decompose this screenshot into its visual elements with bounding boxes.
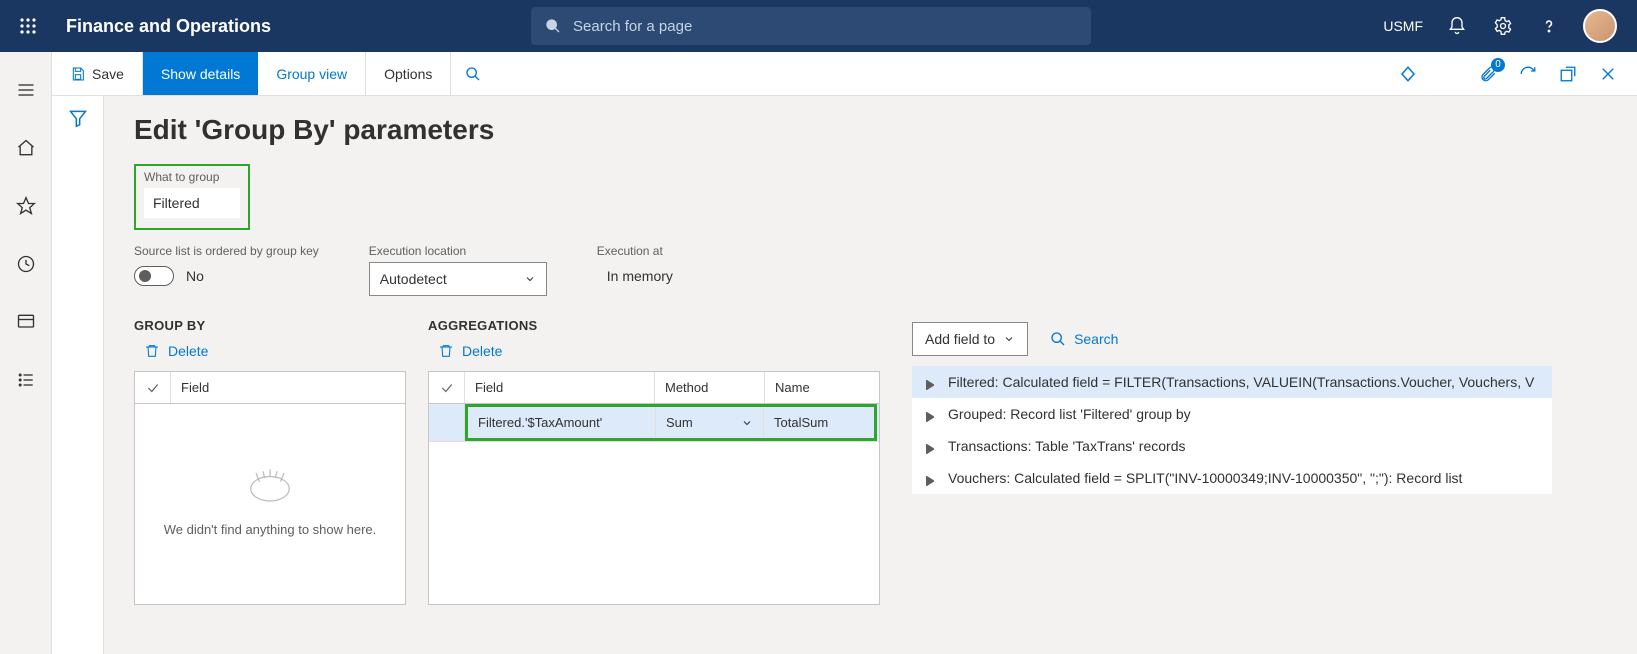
main-content: Edit 'Group By' parameters What to group… <box>104 96 1637 654</box>
header-right: USMF <box>1383 9 1629 43</box>
agg-col-field[interactable]: Field <box>465 372 655 403</box>
tree-item[interactable]: Transactions: Table 'TaxTrans' records <box>912 430 1552 462</box>
nav-rail <box>0 52 52 654</box>
trash-icon <box>144 343 160 359</box>
agg-checkall[interactable] <box>429 372 465 403</box>
agg-row-field[interactable]: Filtered.'$TaxAmount' <box>468 407 656 438</box>
groupby-col-field[interactable]: Field <box>171 372 405 403</box>
global-header: Finance and Operations Search for a page… <box>0 0 1637 52</box>
datasource-tree: Filtered: Calculated field = FILTER(Tran… <box>912 366 1552 494</box>
source-ordered-value: No <box>186 268 204 284</box>
exec-at-label: Execution at <box>597 244 775 258</box>
datasource-search-button[interactable]: Search <box>1050 331 1118 347</box>
groupby-section: GROUP BY Delete Field <box>134 318 406 605</box>
refresh-icon[interactable] <box>1517 63 1539 85</box>
agg-col-name[interactable]: Name <box>765 372 877 403</box>
exec-location-label: Execution location <box>369 244 547 258</box>
close-icon[interactable] <box>1597 63 1619 85</box>
options-button[interactable]: Options <box>366 52 451 95</box>
office-icon[interactable] <box>1437 63 1459 85</box>
user-avatar[interactable] <box>1583 9 1617 43</box>
chevron-down-icon <box>1003 333 1015 345</box>
group-view-button[interactable]: Group view <box>258 52 366 95</box>
what-to-group-label: What to group <box>144 170 240 184</box>
exec-location-select[interactable]: Autodetect <box>369 262 547 296</box>
source-ordered-group: Source list is ordered by group key No <box>134 244 319 286</box>
workspaces-icon[interactable] <box>8 304 44 340</box>
attachments-badge: 0 <box>1491 58 1505 72</box>
exec-at-value: In memory <box>597 262 775 290</box>
agg-row-name[interactable]: TotalSum <box>764 407 874 438</box>
agg-row[interactable]: Filtered.'$TaxAmount' Sum TotalSum <box>429 404 879 442</box>
aggregations-heading: AGGREGATIONS <box>428 318 880 333</box>
page-title: Edit 'Group By' parameters <box>134 114 1607 146</box>
tree-item[interactable]: Filtered: Calculated field = FILTER(Tran… <box>912 366 1552 398</box>
what-to-group-highlight: What to group Filtered <box>134 164 250 230</box>
action-bar-right: 0 <box>1397 52 1637 95</box>
groupby-heading: GROUP BY <box>134 318 406 333</box>
expand-triangle-icon[interactable] <box>926 441 936 451</box>
agg-row-method[interactable]: Sum <box>656 407 764 438</box>
agg-row-check[interactable] <box>429 404 465 441</box>
exec-at-group: Execution at In memory <box>597 244 775 290</box>
recent-clock-icon[interactable] <box>8 246 44 282</box>
expand-triangle-icon[interactable] <box>926 409 936 419</box>
chevron-down-icon <box>524 273 536 285</box>
help-icon[interactable] <box>1537 14 1561 38</box>
groupby-delete-button[interactable]: Delete <box>144 343 406 359</box>
trash-icon <box>438 343 454 359</box>
hamburger-icon[interactable] <box>8 72 44 108</box>
chevron-down-icon <box>741 417 753 429</box>
aggregations-section: AGGREGATIONS Delete Field Method Name <box>428 318 880 605</box>
global-search[interactable]: Search for a page <box>531 7 1091 45</box>
app-launcher-icon[interactable] <box>8 6 48 46</box>
popout-icon[interactable] <box>1557 63 1579 85</box>
agg-row-highlight: Filtered.'$TaxAmount' Sum TotalSum <box>465 404 877 441</box>
datasource-panel: Add field to Search Filtered: C <box>912 318 1552 494</box>
save-button[interactable]: Save <box>52 52 143 95</box>
source-ordered-toggle[interactable] <box>134 266 174 286</box>
settings-gear-icon[interactable] <box>1491 14 1515 38</box>
app-title: Finance and Operations <box>66 16 271 37</box>
aggregations-delete-button[interactable]: Delete <box>438 343 880 359</box>
show-details-button[interactable]: Show details <box>143 52 258 95</box>
expand-triangle-icon[interactable] <box>926 473 936 483</box>
action-bar: Save Show details Group view Options 0 <box>52 52 1637 96</box>
global-search-placeholder: Search for a page <box>573 18 692 35</box>
attachments-icon[interactable]: 0 <box>1477 63 1499 85</box>
agg-col-method[interactable]: Method <box>655 372 765 403</box>
modules-list-icon[interactable] <box>8 362 44 398</box>
add-field-to-button[interactable]: Add field to <box>912 322 1028 356</box>
aggregations-grid: Field Method Name Filtered.'$TaxAmount' <box>428 371 880 605</box>
source-ordered-label: Source list is ordered by group key <box>134 244 319 258</box>
related-info-icon[interactable] <box>1397 63 1419 85</box>
legal-entity[interactable]: USMF <box>1383 18 1423 34</box>
tree-item[interactable]: Vouchers: Calculated field = SPLIT("INV-… <box>912 462 1552 494</box>
action-search-icon[interactable] <box>451 52 495 95</box>
groupby-grid: Field We didn't find anything to show he… <box>134 371 406 605</box>
expand-triangle-icon[interactable] <box>926 377 936 387</box>
exec-location-group: Execution location Autodetect <box>369 244 547 296</box>
groupby-checkall[interactable] <box>135 372 171 403</box>
tree-item[interactable]: Grouped: Record list 'Filtered' group by <box>912 398 1552 430</box>
notifications-icon[interactable] <box>1445 14 1469 38</box>
favorites-star-icon[interactable] <box>8 188 44 224</box>
home-icon[interactable] <box>8 130 44 166</box>
search-icon <box>1050 331 1066 347</box>
filter-pane-toggle[interactable] <box>52 96 104 654</box>
what-to-group-value[interactable]: Filtered <box>144 188 240 218</box>
groupby-empty: We didn't find anything to show here. <box>135 404 405 584</box>
